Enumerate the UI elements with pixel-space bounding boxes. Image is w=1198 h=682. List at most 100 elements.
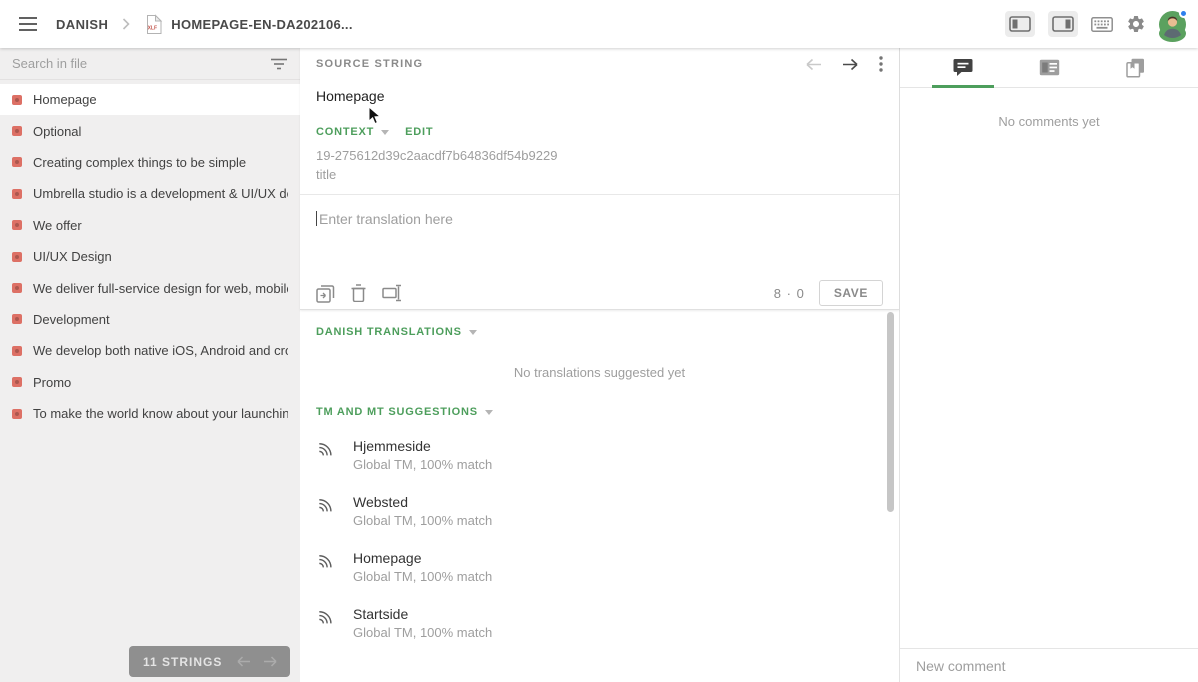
tm-suggestions-label[interactable]: TM AND MT SUGGESTIONS xyxy=(316,406,478,418)
char-counts: 8 · 0 xyxy=(773,285,805,301)
untranslated-status-icon xyxy=(12,157,22,168)
toggle-left-panel-button[interactable] xyxy=(1005,11,1035,37)
translation-toolbar: 8 · 0 SAVE xyxy=(300,277,899,309)
breadcrumb-language[interactable]: DANISH xyxy=(56,17,108,32)
keyboard-shortcuts-icon[interactable] xyxy=(1091,16,1113,32)
toggle-right-panel-button[interactable] xyxy=(1048,11,1078,37)
next-string-icon[interactable] xyxy=(842,58,859,71)
chevron-right-icon xyxy=(122,18,130,30)
section-collapse-icon[interactable] xyxy=(484,410,493,415)
user-avatar[interactable] xyxy=(1159,8,1188,42)
context-dropdown-icon[interactable] xyxy=(381,130,390,135)
new-comment-input[interactable] xyxy=(916,657,1182,674)
untranslated-status-icon xyxy=(12,220,22,231)
sidebar-string-item[interactable]: Homepage xyxy=(0,84,300,116)
string-nav xyxy=(805,56,883,72)
save-button[interactable]: SAVE xyxy=(818,280,883,306)
string-label: Development xyxy=(33,311,110,327)
sidebar-string-item[interactable]: Promo xyxy=(0,367,300,398)
comments-panel: No comments yet xyxy=(900,48,1198,682)
file-badge: XLF xyxy=(148,25,157,31)
editor-panel: SOURCE STRING Homepage CONTEXT EDIT 19-2… xyxy=(300,48,900,682)
danish-translations-header: DANISH TRANSLATIONS xyxy=(316,326,883,338)
no-comments-text: No comments yet xyxy=(998,114,1100,129)
sidebar-string-item[interactable]: UI/UX Design xyxy=(0,241,300,272)
string-key: title xyxy=(316,167,337,182)
book-icon xyxy=(1125,58,1144,78)
menu-icon[interactable] xyxy=(12,8,44,40)
previous-string-icon[interactable] xyxy=(805,58,822,71)
sidebar-string-item[interactable]: We develop both native iOS, Android and … xyxy=(0,335,300,366)
prev-page-icon[interactable] xyxy=(236,656,251,667)
untranslated-status-icon xyxy=(12,345,22,356)
tm-suggestion-item[interactable]: Startside Global TM, 100% match xyxy=(316,606,883,640)
next-page-icon[interactable] xyxy=(263,656,278,667)
main-area: Homepage Optional Creating complex thing… xyxy=(0,48,1198,682)
top-bar: DANISH XLF HOMEPAGE-EN-DA202106... xyxy=(0,0,1198,48)
settings-gear-icon[interactable] xyxy=(1126,14,1146,34)
select-text-icon[interactable] xyxy=(382,284,403,302)
suggestion-meta: Global TM, 100% match xyxy=(353,457,493,472)
suggestion-meta: Global TM, 100% match xyxy=(353,513,493,528)
string-label: Homepage xyxy=(33,92,97,108)
source-text: Homepage xyxy=(316,88,385,104)
tm-suggestion-item[interactable]: Hjemmeside Global TM, 100% match xyxy=(316,438,883,472)
tm-suggestion-item[interactable]: Websted Global TM, 100% match xyxy=(316,494,883,528)
string-label: Creating complex things to be simple xyxy=(33,154,247,170)
tab-glossary[interactable] xyxy=(1092,48,1178,87)
string-list: Homepage Optional Creating complex thing… xyxy=(0,84,300,429)
breadcrumb-file[interactable]: XLF HOMEPAGE-EN-DA202106... xyxy=(144,13,353,35)
sidebar-string-item[interactable]: Creating complex things to be simple xyxy=(0,147,300,178)
sidebar-string-item[interactable]: We deliver full-service design for web, … xyxy=(0,272,300,303)
strings-count-label: 11 STRINGS xyxy=(143,654,223,669)
translations-empty-text: No translations suggested yet xyxy=(513,365,686,380)
untranslated-status-icon xyxy=(12,188,22,199)
xlf-file-icon: XLF xyxy=(147,13,163,34)
sidebar-string-item[interactable]: Development xyxy=(0,304,300,335)
sidebar-string-item[interactable]: Umbrella studio is a development & UI/UX… xyxy=(0,178,300,209)
edit-context-button[interactable]: EDIT xyxy=(405,126,433,138)
strings-sidebar: Homepage Optional Creating complex thing… xyxy=(0,48,300,682)
copy-source-icon[interactable] xyxy=(316,284,335,303)
string-label: To make the world know about your launch… xyxy=(33,406,288,422)
clear-translation-icon[interactable] xyxy=(351,284,366,302)
string-label: We develop both native iOS, Android and … xyxy=(33,343,288,359)
more-options-icon[interactable] xyxy=(879,56,883,72)
suggestion-text: Hjemmeside xyxy=(353,438,431,454)
untranslated-status-icon xyxy=(12,94,22,105)
translation-input[interactable]: Enter translation here xyxy=(300,195,899,277)
tm-suggestion-item[interactable]: Homepage Global TM, 100% match xyxy=(316,550,883,584)
search-row xyxy=(0,48,300,80)
global-tm-icon xyxy=(316,551,336,584)
strings-pagination: 11 STRINGS xyxy=(129,646,290,677)
tab-terms[interactable] xyxy=(1006,48,1092,87)
topbar-actions xyxy=(1005,8,1198,42)
untranslated-status-icon xyxy=(12,377,22,388)
untranslated-status-icon xyxy=(12,283,22,294)
section-collapse-icon[interactable] xyxy=(468,330,477,335)
file-name: HOMEPAGE-EN-DA202106... xyxy=(171,16,353,32)
filter-icon[interactable] xyxy=(270,58,288,70)
comment-bubble-icon xyxy=(953,59,973,76)
editor-scrollbar[interactable] xyxy=(887,312,894,512)
global-tm-icon xyxy=(316,439,336,472)
danish-translations-label[interactable]: DANISH TRANSLATIONS xyxy=(316,326,462,338)
suggestion-meta: Global TM, 100% match xyxy=(353,569,493,584)
string-label: We deliver full-service design for web, … xyxy=(33,280,288,296)
source-and-translation-card: SOURCE STRING Homepage CONTEXT EDIT 19-2… xyxy=(300,48,899,310)
sidebar-string-item[interactable]: We offer xyxy=(0,210,300,241)
new-comment-row xyxy=(900,648,1198,682)
search-input[interactable] xyxy=(12,56,270,71)
suggestion-meta: Global TM, 100% match xyxy=(353,625,493,640)
untranslated-status-icon xyxy=(12,314,22,325)
suggestion-text: Homepage xyxy=(353,550,422,566)
context-toggle[interactable]: CONTEXT xyxy=(316,126,374,138)
tab-comments[interactable] xyxy=(920,48,1006,87)
string-label: UI/UX Design xyxy=(33,249,112,265)
sidebar-string-item[interactable]: Optional xyxy=(0,115,300,146)
suggestion-text: Startside xyxy=(353,606,409,622)
sidebar-string-item[interactable]: To make the world know about your launch… xyxy=(0,398,300,429)
string-label: Umbrella studio is a development & UI/UX… xyxy=(33,186,288,202)
source-string-header: SOURCE STRING xyxy=(300,48,899,80)
untranslated-status-icon xyxy=(12,126,22,137)
